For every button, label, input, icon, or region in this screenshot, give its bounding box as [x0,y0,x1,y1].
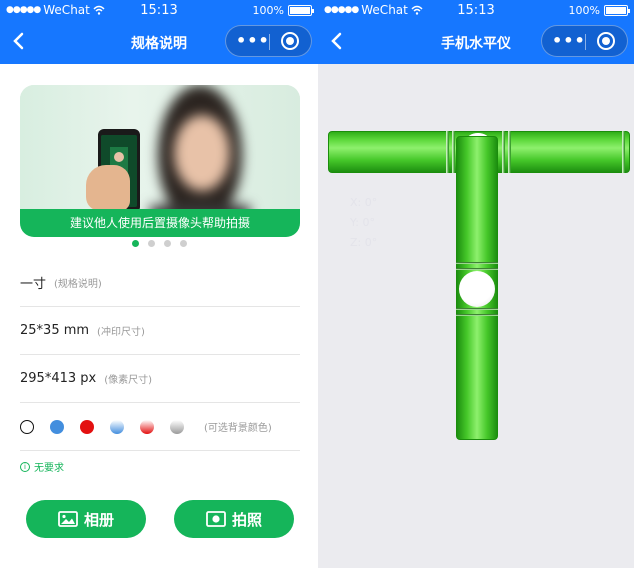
mini-program-capsule: ••• [225,25,312,57]
spec-value: 295*413 px [20,371,97,386]
banner-caption: 建议他人使用后置摄像头帮助拍摄 [20,209,300,237]
horizontal-tube-ring [452,131,455,173]
vertical-bubble [459,271,495,307]
camera-button[interactable]: 拍照 [174,500,294,538]
album-button-label: 相册 [83,510,114,529]
horizontal-tube-ring [508,131,511,173]
status-bar: ●●●●● WeChat 15:13 100% [318,0,634,22]
album-button[interactable]: 相册 [26,500,146,538]
carousel-dot[interactable] [148,240,155,247]
angle-readout: X: 0° Y: 0° Z: 0° [350,193,377,253]
spec-label: (规格说明) [54,279,102,290]
close-target-icon[interactable] [597,32,615,50]
y-angle: Y: 0° [350,216,375,229]
camera-button-label: 拍照 [231,510,262,529]
hand-image [86,165,130,211]
battery-status: 100% [252,4,314,17]
swatch-red[interactable] [80,419,94,434]
swatch-blue[interactable] [50,419,64,434]
spec-label: (冲印尺寸) [97,327,145,338]
nav-bar: 手机水平仪 ••• [318,22,634,64]
info-icon: i [20,461,30,472]
swatch-gray-gradient[interactable] [170,419,184,434]
spec-row-pixel-size: 295*413 px (像素尺寸) [20,355,300,403]
swatch-blue-gradient[interactable] [110,419,124,434]
spec-label: (像素尺寸) [104,375,153,386]
spec-screen: ●●●●● WeChat 15:13 100% 规格说明 ••• 建议他人使用后… [0,0,318,568]
vertical-tube-ring [456,314,498,316]
battery-percent: 100% [252,4,284,17]
background-color-label: (可选背景颜色) [204,423,272,434]
spec-row-type: 一寸 (规格说明) [20,259,300,307]
image-icon [58,511,78,527]
swatch-red-gradient[interactable] [140,419,154,434]
swatch-white[interactable] [20,419,34,434]
horizontal-tube-ring [446,131,449,173]
mini-program-capsule: ••• [541,25,628,57]
close-target-icon[interactable] [281,32,299,50]
carousel-indicator [132,240,187,247]
battery-percent: 100% [568,4,600,17]
vertical-tube-ring [456,268,498,270]
requirement-text: 无要求 [34,463,64,474]
carousel-dot[interactable] [180,240,187,247]
vertical-tube-ring [456,308,498,310]
capsule-divider [269,34,270,50]
battery-status: 100% [568,4,630,17]
horizontal-tube-end [622,131,625,173]
spec-row-print-size: 25*35 mm (冲印尺寸) [20,307,300,355]
battery-icon [288,5,314,16]
banner-carousel[interactable]: 建议他人使用后置摄像头帮助拍摄 [20,85,300,237]
x-angle: X: 0° [350,196,378,209]
background-color-row: (可选背景颜色) [20,403,300,451]
status-bar: ●●●●● WeChat 15:13 100% [0,0,318,22]
requirement-note: i 无要求 [20,459,64,474]
camera-icon [206,511,226,527]
battery-icon [604,5,630,16]
nav-bar: 规格说明 ••• [0,22,318,64]
z-angle: Z: 0° [350,236,378,249]
spec-value: 25*35 mm [20,323,90,338]
horizontal-tube-ring [502,131,505,173]
carousel-dot[interactable] [164,240,171,247]
capsule-divider [585,34,586,50]
more-icon[interactable]: ••• [552,33,586,49]
more-icon[interactable]: ••• [236,33,270,49]
spec-value: 一寸 [20,277,47,292]
level-screen: ●●●●● WeChat 15:13 100% 手机水平仪 ••• X: 0° … [318,0,634,568]
carousel-dot-active[interactable] [132,240,139,247]
vertical-tube-ring [456,262,498,264]
